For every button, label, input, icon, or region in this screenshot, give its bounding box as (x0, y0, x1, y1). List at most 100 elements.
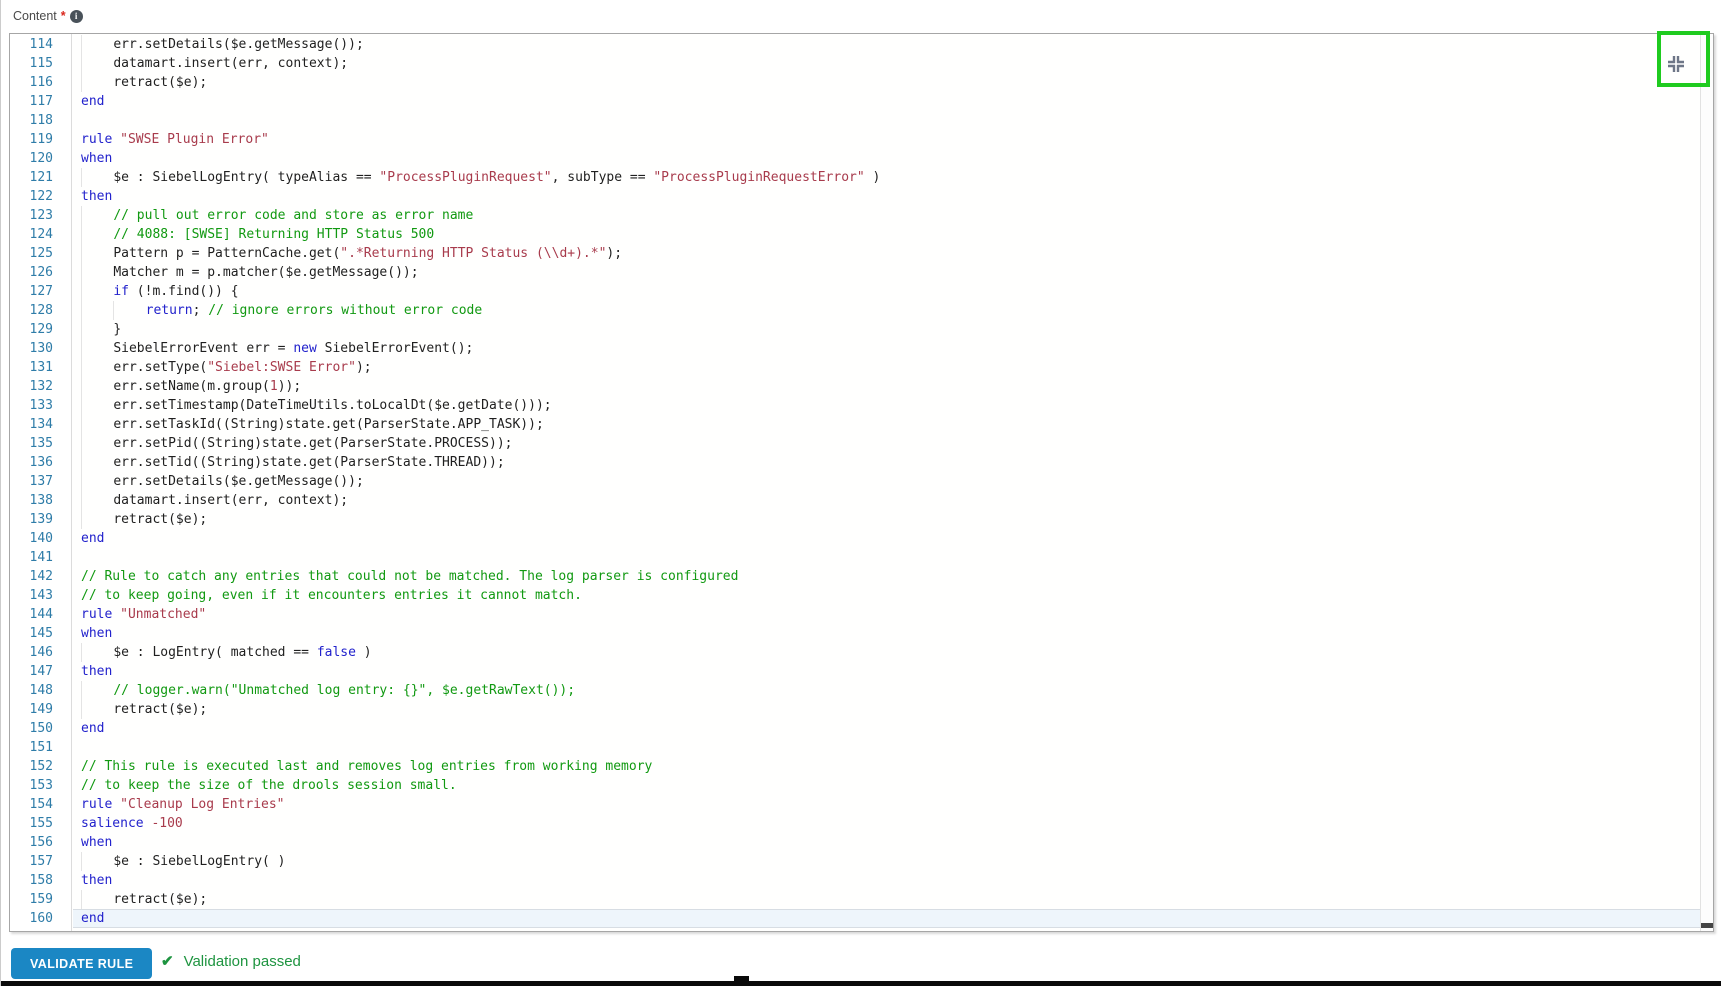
code-line[interactable]: } (73, 320, 1700, 339)
code-line[interactable]: rule "SWSE Plugin Error" (73, 130, 1700, 149)
code-line[interactable]: retract($e); (73, 700, 1700, 719)
indent-guide (81, 339, 113, 358)
info-icon[interactable]: i (70, 10, 83, 23)
line-number: 127 (10, 282, 71, 301)
code-line[interactable]: // to keep the size of the drools sessio… (73, 776, 1700, 795)
indent-guide (81, 700, 113, 719)
code-line[interactable] (73, 738, 1700, 757)
code-line[interactable]: then (73, 662, 1700, 681)
code-line[interactable]: salience -100 (73, 814, 1700, 833)
indent-guide (81, 491, 113, 510)
code-line[interactable]: // to keep going, even if it encounters … (73, 586, 1700, 605)
indent-guide (81, 396, 113, 415)
code-token: salience (81, 816, 144, 831)
code-token (112, 607, 120, 622)
line-number: 146 (10, 643, 71, 662)
line-number: 158 (10, 871, 71, 890)
code-line[interactable]: // Rule to catch any entries that could … (73, 567, 1700, 586)
indent-guide (81, 282, 113, 301)
collapse-editor-button[interactable] (1665, 53, 1687, 75)
code-token: end (81, 911, 104, 926)
code-token: err.setTaskId((String)state.get(ParserSt… (113, 417, 543, 432)
line-number: 118 (10, 111, 71, 130)
code-line[interactable]: end (73, 719, 1700, 738)
code-line[interactable]: $e : SiebelLogEntry( ) (73, 852, 1700, 871)
code-line[interactable]: end (73, 529, 1700, 548)
code-line[interactable]: err.setName(m.group(1)); (73, 377, 1700, 396)
line-number: 132 (10, 377, 71, 396)
code-content[interactable]: err.setDetails($e.getMessage()); datamar… (73, 34, 1700, 931)
code-token: ".*Returning HTTP Status (\\d+).*" (340, 246, 606, 261)
code-line[interactable] (73, 111, 1700, 130)
code-line[interactable]: end (73, 909, 1700, 928)
code-token: err.setPid((String)state.get(ParserState… (113, 436, 512, 451)
code-line[interactable]: when (73, 833, 1700, 852)
code-token: // pull out error code and store as erro… (113, 208, 473, 223)
indent-guide (81, 890, 113, 909)
code-editor[interactable]: 1141151161171181191201211221231241251261… (9, 33, 1714, 932)
validation-message-text: Validation passed (184, 953, 301, 970)
code-line[interactable]: when (73, 624, 1700, 643)
code-line[interactable]: SiebelErrorEvent err = new SiebelErrorEv… (73, 339, 1700, 358)
code-line[interactable]: retract($e); (73, 890, 1700, 909)
code-token: $e : SiebelLogEntry( ) (113, 854, 285, 869)
code-line[interactable] (73, 548, 1700, 567)
code-line[interactable]: $e : SiebelLogEntry( typeAlias == "Proce… (73, 168, 1700, 187)
code-line[interactable]: Matcher m = p.matcher($e.getMessage()); (73, 263, 1700, 282)
editor-scroll-area[interactable]: 1141151161171181191201211221231241251261… (10, 34, 1713, 931)
line-number: 147 (10, 662, 71, 681)
validate-rule-button[interactable]: VALIDATE RULE (11, 948, 152, 979)
code-line[interactable]: // This rule is executed last and remove… (73, 757, 1700, 776)
code-line[interactable]: datamart.insert(err, context); (73, 491, 1700, 510)
code-line[interactable]: // 4088: [SWSE] Returning HTTP Status 50… (73, 225, 1700, 244)
code-line[interactable]: Pattern p = PatternCache.get(".*Returnin… (73, 244, 1700, 263)
line-number: 143 (10, 586, 71, 605)
line-number: 156 (10, 833, 71, 852)
code-line[interactable]: retract($e); (73, 510, 1700, 529)
check-icon: ✔ (161, 952, 174, 970)
scrollbar-thumb[interactable] (1701, 923, 1713, 928)
line-number: 115 (10, 54, 71, 73)
required-asterisk: * (61, 9, 66, 23)
line-number: 129 (10, 320, 71, 339)
code-line[interactable]: datamart.insert(err, context); (73, 54, 1700, 73)
code-line[interactable]: err.setPid((String)state.get(ParserState… (73, 434, 1700, 453)
compress-icon (1665, 63, 1687, 78)
code-token: retract($e); (113, 702, 207, 717)
code-line[interactable]: err.setDetails($e.getMessage()); (73, 472, 1700, 491)
code-line[interactable]: then (73, 187, 1700, 206)
code-token: )); (278, 379, 301, 394)
indent-guide (81, 434, 113, 453)
code-line[interactable]: when (73, 149, 1700, 168)
indent-guide (81, 168, 113, 187)
code-line[interactable]: then (73, 871, 1700, 890)
indent-guide (81, 35, 113, 54)
line-number: 134 (10, 415, 71, 434)
code-token: end (81, 721, 104, 736)
code-token: false (317, 645, 356, 660)
code-line[interactable]: end (73, 92, 1700, 111)
code-line[interactable]: err.setDetails($e.getMessage()); (73, 35, 1700, 54)
code-line[interactable]: err.setTimestamp(DateTimeUtils.toLocalDt… (73, 396, 1700, 415)
code-line[interactable]: rule "Unmatched" (73, 605, 1700, 624)
code-line[interactable]: // pull out error code and store as erro… (73, 206, 1700, 225)
code-line[interactable]: err.setType("Siebel:SWSE Error"); (73, 358, 1700, 377)
code-line[interactable]: return; // ignore errors without error c… (73, 301, 1700, 320)
code-line[interactable]: rule "Cleanup Log Entries" (73, 795, 1700, 814)
code-line[interactable]: $e : LogEntry( matched == false ) (73, 643, 1700, 662)
code-token: // to keep going, even if it encounters … (81, 588, 582, 603)
code-token: ) (865, 170, 881, 185)
code-line[interactable]: err.setTid((String)state.get(ParserState… (73, 453, 1700, 472)
code-line[interactable]: err.setTaskId((String)state.get(ParserSt… (73, 415, 1700, 434)
code-token: return (146, 303, 193, 318)
code-token: -100 (151, 816, 182, 831)
indent-guide (81, 472, 113, 491)
code-line[interactable]: retract($e); (73, 73, 1700, 92)
content-label-text: Content (13, 9, 57, 23)
code-line[interactable]: if (!m.find()) { (73, 282, 1700, 301)
line-number: 125 (10, 244, 71, 263)
vertical-scrollbar[interactable] (1700, 34, 1713, 931)
code-line[interactable]: // logger.warn("Unmatched log entry: {}"… (73, 681, 1700, 700)
line-number: 120 (10, 149, 71, 168)
line-number: 117 (10, 92, 71, 111)
